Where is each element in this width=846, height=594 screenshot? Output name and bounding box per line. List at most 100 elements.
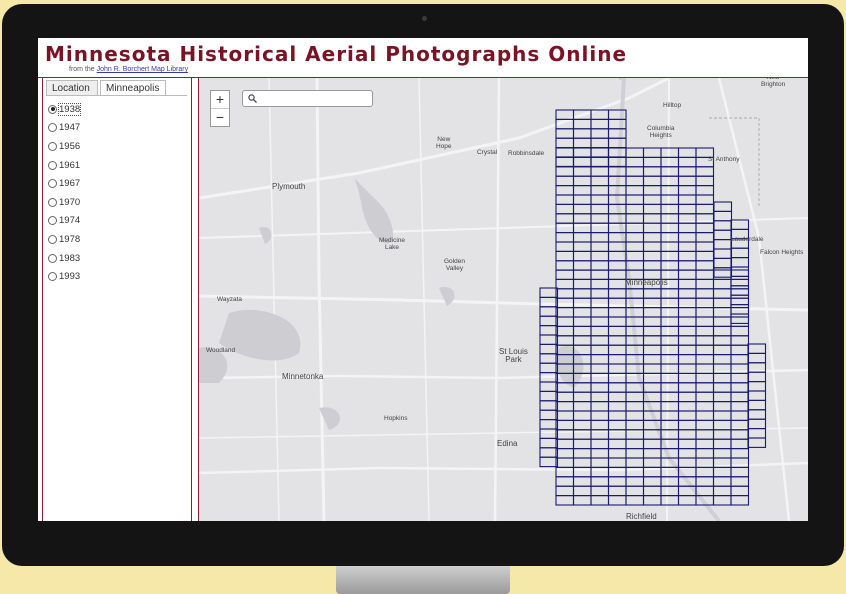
photo-tile[interactable] xyxy=(730,288,750,299)
photo-tile[interactable] xyxy=(572,241,592,252)
photo-tile[interactable] xyxy=(695,222,715,234)
photo-tile[interactable] xyxy=(660,401,680,412)
photo-tile[interactable] xyxy=(607,410,627,421)
photo-tile[interactable] xyxy=(677,203,697,215)
photo-tile[interactable] xyxy=(730,485,750,497)
year-radio[interactable] xyxy=(48,272,57,282)
year-radio[interactable] xyxy=(48,253,57,263)
photo-tile[interactable] xyxy=(590,241,610,252)
photo-tile[interactable] xyxy=(747,371,767,383)
photo-tile[interactable] xyxy=(695,476,715,487)
photo-tile[interactable] xyxy=(590,185,610,196)
photo-tile[interactable] xyxy=(730,316,750,327)
photo-tile[interactable] xyxy=(555,419,575,431)
photo-tile[interactable] xyxy=(712,466,732,478)
photo-tile[interactable] xyxy=(625,166,645,177)
photo-tile[interactable] xyxy=(730,325,750,337)
photo-tile[interactable] xyxy=(590,156,610,167)
photo-tile[interactable] xyxy=(590,457,610,468)
photo-tile[interactable] xyxy=(572,307,592,318)
photo-tile[interactable] xyxy=(642,250,662,262)
photo-tile[interactable] xyxy=(607,147,627,158)
photo-tile[interactable] xyxy=(660,391,680,403)
photo-tile[interactable] xyxy=(572,419,592,431)
photo-tile[interactable] xyxy=(590,260,610,271)
photo-tile[interactable] xyxy=(572,316,592,327)
photo-tile[interactable] xyxy=(642,260,662,271)
map-view[interactable]: + − NewBrighton Hilltop ColumbiaHeights … xyxy=(198,78,808,521)
photo-tile[interactable] xyxy=(572,260,592,271)
photo-tile[interactable] xyxy=(607,448,627,459)
photo-tile[interactable] xyxy=(642,213,662,224)
photo-tile[interactable] xyxy=(695,419,715,431)
photo-tile[interactable] xyxy=(555,147,575,158)
photo-tile[interactable] xyxy=(712,297,732,309)
photo-tile[interactable] xyxy=(555,410,575,421)
photo-tile[interactable] xyxy=(607,401,627,412)
photo-tile[interactable] xyxy=(695,166,715,177)
photo-tile[interactable] xyxy=(590,213,610,224)
photo-tile[interactable] xyxy=(660,325,680,337)
photo-tile[interactable] xyxy=(712,410,732,421)
photo-tile[interactable] xyxy=(555,241,575,252)
photo-tile[interactable] xyxy=(572,335,592,346)
photo-tile[interactable] xyxy=(625,175,645,187)
photo-tile[interactable] xyxy=(713,201,733,212)
photo-tile[interactable] xyxy=(730,269,750,280)
photo-tile[interactable] xyxy=(642,156,662,168)
tab-minneapolis[interactable]: Minneapolis xyxy=(100,80,166,95)
photo-tile[interactable] xyxy=(539,409,559,421)
year-option-1974[interactable]: 1974 xyxy=(48,212,80,231)
photo-tile[interactable] xyxy=(607,438,627,450)
photo-tile[interactable] xyxy=(695,335,715,346)
photo-tile[interactable] xyxy=(590,137,610,149)
photo-tile[interactable] xyxy=(572,232,592,243)
photo-tile[interactable] xyxy=(642,438,662,450)
photo-tile[interactable] xyxy=(607,213,627,224)
photo-tile[interactable] xyxy=(712,448,732,459)
photo-tile[interactable] xyxy=(539,287,559,298)
photo-tile[interactable] xyxy=(712,316,732,327)
photo-tile[interactable] xyxy=(555,185,575,196)
photo-tile[interactable] xyxy=(677,232,697,243)
photo-tile[interactable] xyxy=(713,239,733,250)
photo-tile[interactable] xyxy=(607,344,627,356)
photo-tile[interactable] xyxy=(677,325,697,337)
photo-tile[interactable] xyxy=(572,194,592,205)
photo-tile[interactable] xyxy=(677,250,697,262)
photo-tile[interactable] xyxy=(712,344,732,356)
photo-tile[interactable] xyxy=(695,438,715,450)
photo-tile[interactable] xyxy=(555,391,575,403)
photo-tile[interactable] xyxy=(712,391,732,403)
photo-tile[interactable] xyxy=(555,307,575,318)
year-radio[interactable] xyxy=(48,141,57,151)
photo-tile[interactable] xyxy=(677,260,697,271)
photo-tile[interactable] xyxy=(642,166,662,177)
photo-tile[interactable] xyxy=(677,241,697,252)
photo-tile[interactable] xyxy=(695,241,715,252)
photo-tile[interactable] xyxy=(590,156,610,168)
year-option-1970[interactable]: 1970 xyxy=(48,193,80,212)
photo-tile[interactable] xyxy=(607,316,627,327)
photo-tile[interactable] xyxy=(642,232,662,243)
photo-tile[interactable] xyxy=(677,335,697,346)
photo-tile[interactable] xyxy=(625,401,645,412)
photo-tile[interactable] xyxy=(712,372,732,384)
photo-tile[interactable] xyxy=(677,419,697,431)
photo-tile[interactable] xyxy=(572,269,592,280)
photo-tile[interactable] xyxy=(695,203,715,215)
photo-tile[interactable] xyxy=(625,391,645,403)
photo-tile[interactable] xyxy=(590,175,610,187)
photo-tile[interactable] xyxy=(677,222,697,234)
photo-tile[interactable] xyxy=(642,203,662,215)
photo-tile[interactable] xyxy=(590,269,610,280)
photo-tile[interactable] xyxy=(590,128,610,139)
photo-tile[interactable] xyxy=(660,166,680,177)
photo-tile[interactable] xyxy=(539,306,559,317)
photo-tile[interactable] xyxy=(607,382,627,393)
photo-tile[interactable] xyxy=(555,147,575,158)
photo-tile[interactable] xyxy=(625,485,645,497)
photo-tile[interactable] xyxy=(590,448,610,459)
photo-tile[interactable] xyxy=(730,495,750,506)
photo-tile[interactable] xyxy=(660,485,680,497)
